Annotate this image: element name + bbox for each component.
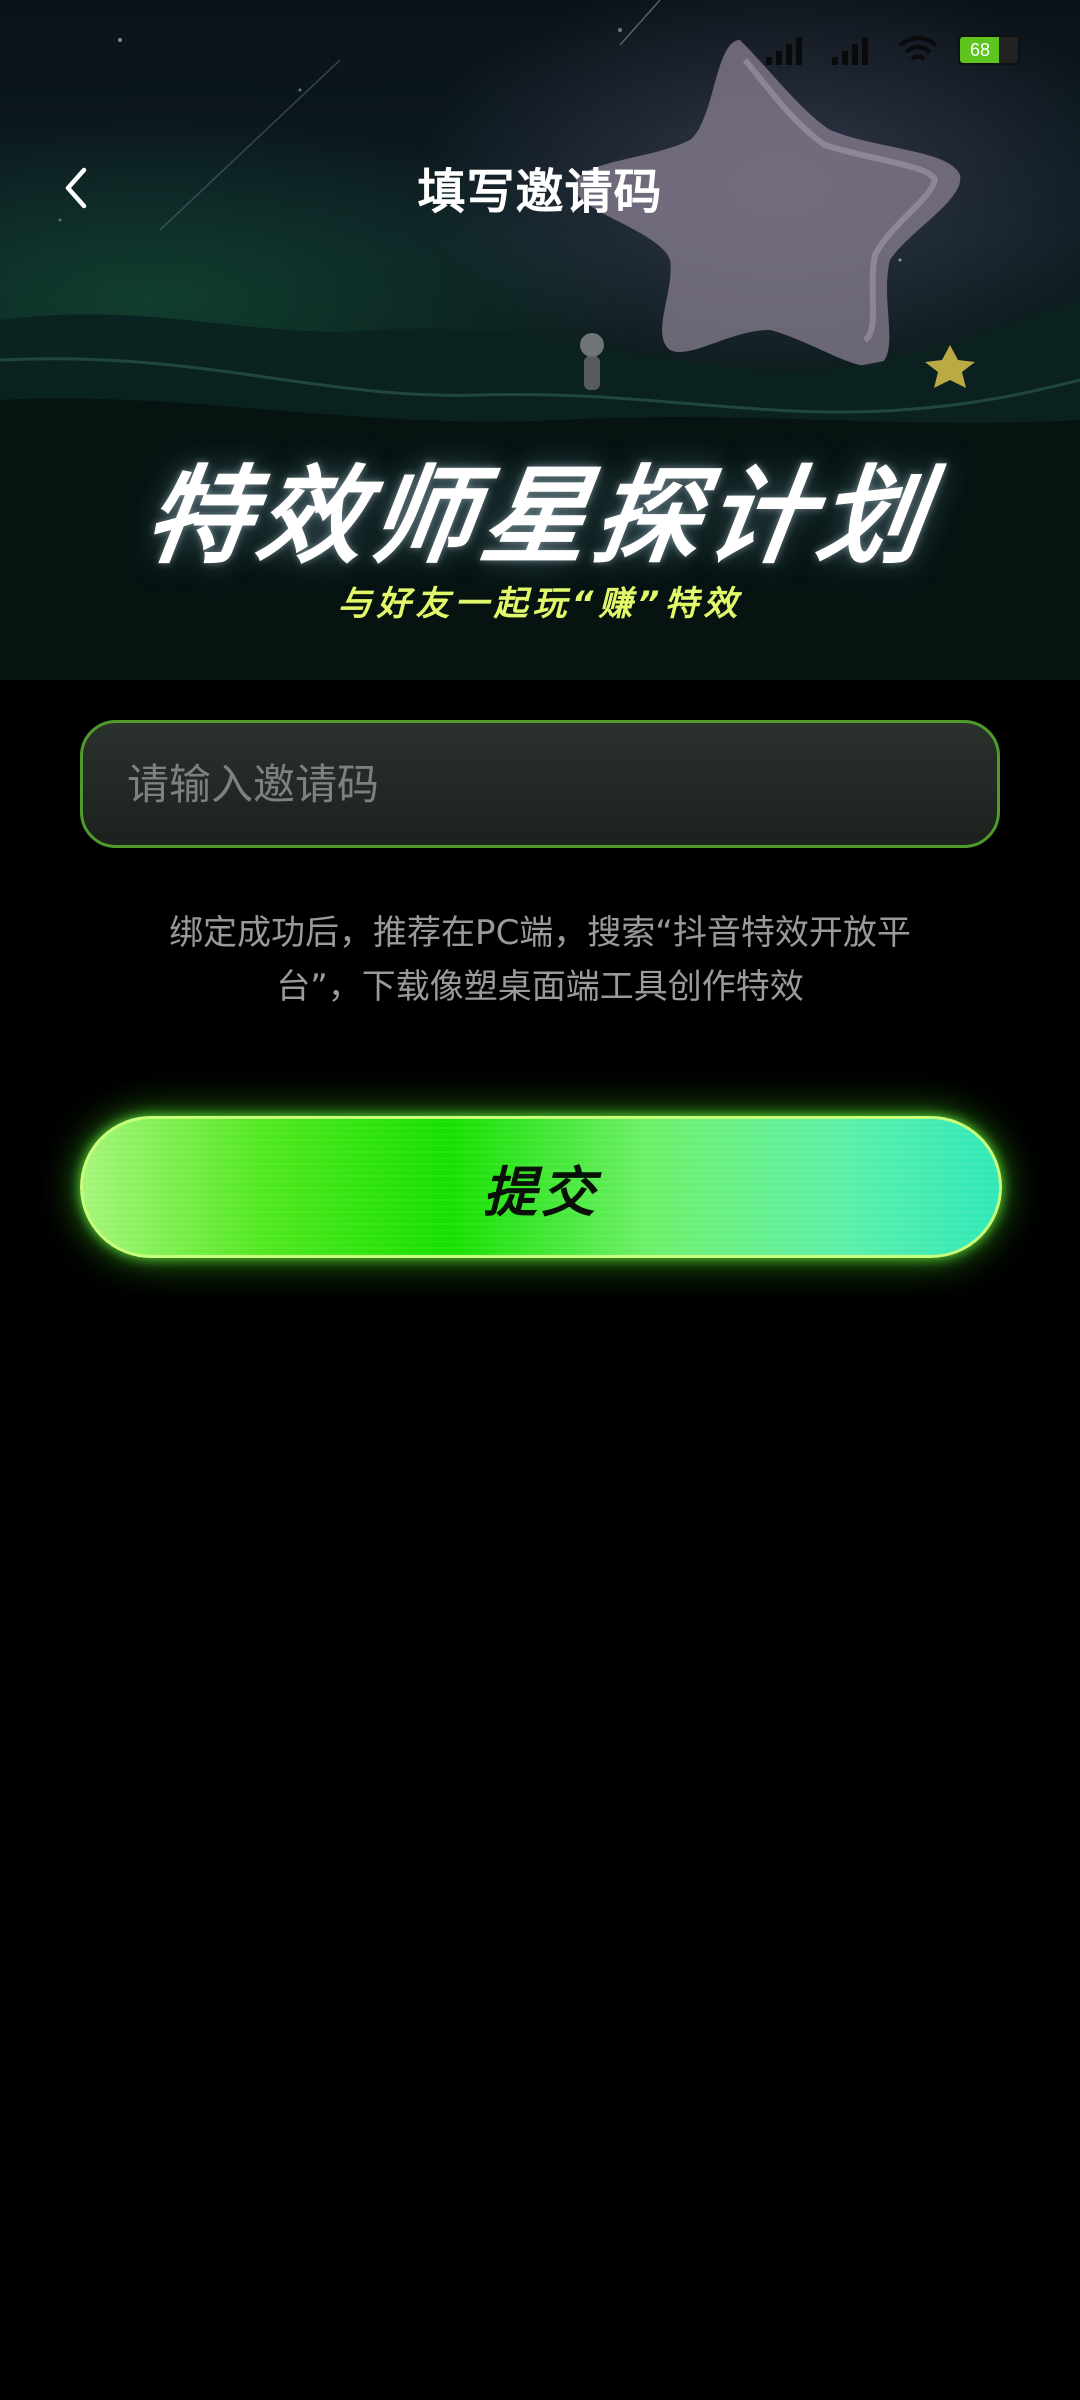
campaign-subtitle: 与好友一起玩“赚”特效	[337, 584, 743, 624]
campaign-title: 特效师星探计划	[138, 455, 940, 578]
submit-label: 提交	[483, 1160, 599, 1224]
binding-hint: 绑定成功后，推荐在PC端，搜索“抖音特效开放平台”，下载像塑桌面端工具创作特效	[169, 913, 911, 1007]
submit-button[interactable]: 提交	[80, 1116, 1002, 1258]
battery-level: 68	[970, 39, 991, 60]
battery-icon: 68	[958, 35, 1020, 65]
wifi-icon	[898, 36, 938, 61]
signal-bars-icon	[766, 37, 802, 65]
signal-bars-icon	[832, 37, 868, 65]
invite-code-input[interactable]	[83, 723, 997, 845]
invite-code-field[interactable]	[80, 720, 1000, 848]
page-title: 填写邀请码	[417, 164, 663, 220]
status-bar: 68	[764, 30, 1020, 70]
